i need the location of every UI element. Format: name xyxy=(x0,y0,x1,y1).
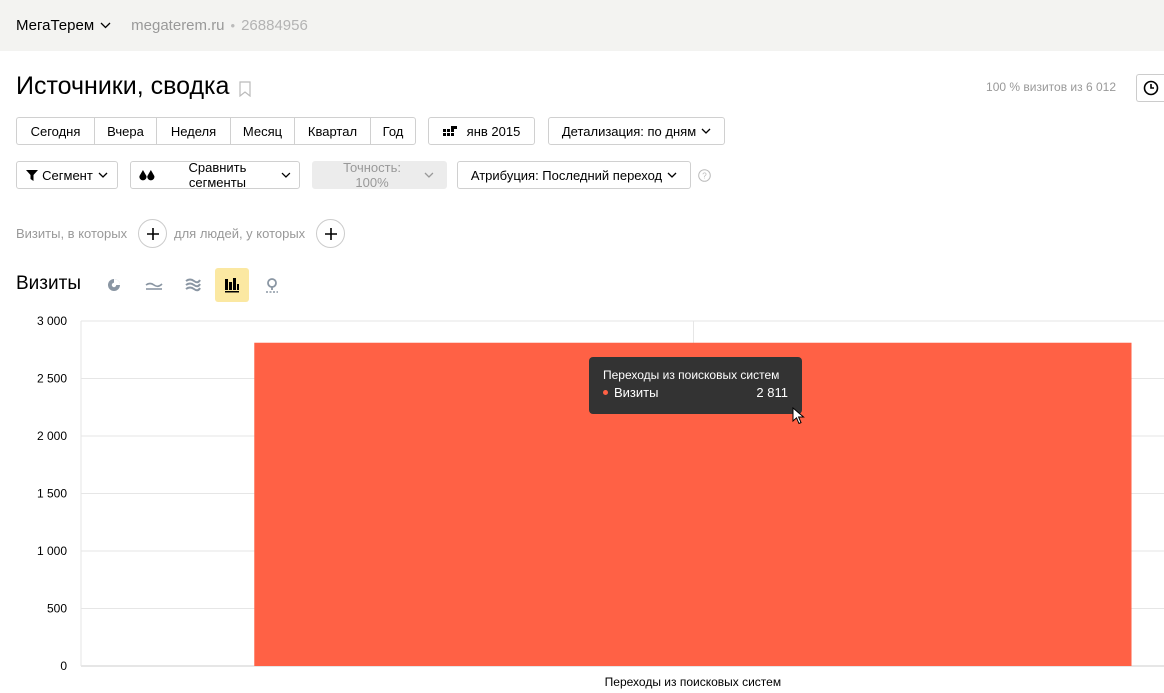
chart-title: Визиты xyxy=(16,273,81,294)
compare-icon xyxy=(139,170,155,181)
y-tick-label: 0 xyxy=(60,659,67,673)
tooltip-title: Переходы из поисковых систем xyxy=(603,368,780,382)
bar-chart: 0 500 1 000 1 500 2 000 2 500 3 000 Переходы из… xyxy=(37,314,1164,689)
visits-filter-label: Визиты, в которых xyxy=(16,226,128,241)
tooltip-series-name: Визиты xyxy=(614,385,659,400)
pie-chart-icon[interactable] xyxy=(97,268,131,302)
y-tick-label: 1 500 xyxy=(37,487,67,501)
date-range-label: янв 2015 xyxy=(466,123,521,139)
y-tick-label: 2 500 xyxy=(37,372,67,386)
detail-label: Детализация: по дням xyxy=(561,123,697,139)
accuracy-label: Точность: 100% xyxy=(343,160,401,190)
plus-icon xyxy=(146,227,159,240)
site-selector[interactable]: МегаТерем xyxy=(16,17,111,34)
area-chart-icon[interactable] xyxy=(176,268,210,302)
clock-icon xyxy=(1143,80,1158,96)
compare-segments-dropdown[interactable]: Сравнить сегменты xyxy=(130,160,300,190)
help-icon[interactable]: ? xyxy=(698,169,711,182)
period-year-button[interactable]: Год xyxy=(370,117,416,145)
accuracy-dropdown[interactable]: Точность: 100% xyxy=(312,160,447,190)
calendar-icon xyxy=(442,125,457,136)
chevron-down-icon xyxy=(424,172,434,178)
tooltip-value: 2 811 xyxy=(756,385,788,400)
period-today-button[interactable]: Сегодня xyxy=(16,117,94,145)
attribution-dropdown[interactable]: Атрибуция: Последний переход xyxy=(457,161,691,189)
chevron-down-icon xyxy=(667,172,677,178)
add-people-filter-button[interactable] xyxy=(316,219,345,248)
y-tick-label: 1 000 xyxy=(37,544,67,558)
chart-tooltip: Переходы из поисковых систем Визиты 2 81… xyxy=(589,357,802,414)
visits-share: 100 % визитов из 6 012 xyxy=(986,80,1116,94)
chevron-down-icon xyxy=(98,172,108,178)
site-name: МегаТерем xyxy=(16,17,95,34)
svg-text:?: ? xyxy=(702,172,707,181)
mouse-cursor-icon xyxy=(792,407,805,425)
add-visit-filter-button[interactable] xyxy=(138,219,167,248)
period-yesterday-button[interactable]: Вчера xyxy=(94,117,156,145)
attribution-label: Атрибуция: Последний переход xyxy=(470,167,663,183)
plus-icon xyxy=(324,227,337,240)
separator: • xyxy=(230,18,236,33)
x-category-label: Переходы из поисковых систем xyxy=(605,675,781,689)
segment-label: Сегмент xyxy=(42,167,93,183)
chevron-down-icon xyxy=(281,172,291,178)
bookmark-icon[interactable] xyxy=(239,80,252,97)
top-bar: МегаТерем megaterem.ru • 26884956 xyxy=(0,0,1164,51)
bar-chart-icon[interactable] xyxy=(215,268,249,302)
line-chart-icon[interactable] xyxy=(137,268,171,302)
y-tick-label: 500 xyxy=(47,602,67,616)
series-color-dot xyxy=(603,390,608,396)
history-button[interactable] xyxy=(1136,74,1164,102)
period-week-button[interactable]: Неделя xyxy=(156,117,230,145)
chevron-down-icon xyxy=(100,22,111,29)
chevron-down-icon xyxy=(701,128,711,134)
segment-dropdown[interactable]: Сегмент xyxy=(16,161,118,189)
page-title: Источники, сводка xyxy=(16,72,252,101)
period-month-button[interactable]: Месяц xyxy=(230,117,294,145)
people-filter-label: для людей, у которых xyxy=(174,226,306,241)
period-selector: Сегодня Вчера Неделя Месяц Квартал Год xyxy=(16,117,416,145)
y-tick-label: 3 000 xyxy=(37,314,67,328)
compare-label: Сравнить сегменты xyxy=(188,160,247,190)
site-url: megaterem.ru xyxy=(131,17,225,34)
page-title-text: Источники, сводка xyxy=(16,72,230,100)
map-icon[interactable] xyxy=(255,268,289,302)
filter-icon xyxy=(26,169,39,181)
date-range-button[interactable]: янв 2015 xyxy=(428,117,535,145)
counter-id: 26884956 xyxy=(241,17,308,34)
period-quarter-button[interactable]: Квартал xyxy=(294,117,370,145)
detail-dropdown[interactable]: Детализация: по дням xyxy=(548,117,725,145)
y-tick-label: 2 000 xyxy=(37,429,67,443)
